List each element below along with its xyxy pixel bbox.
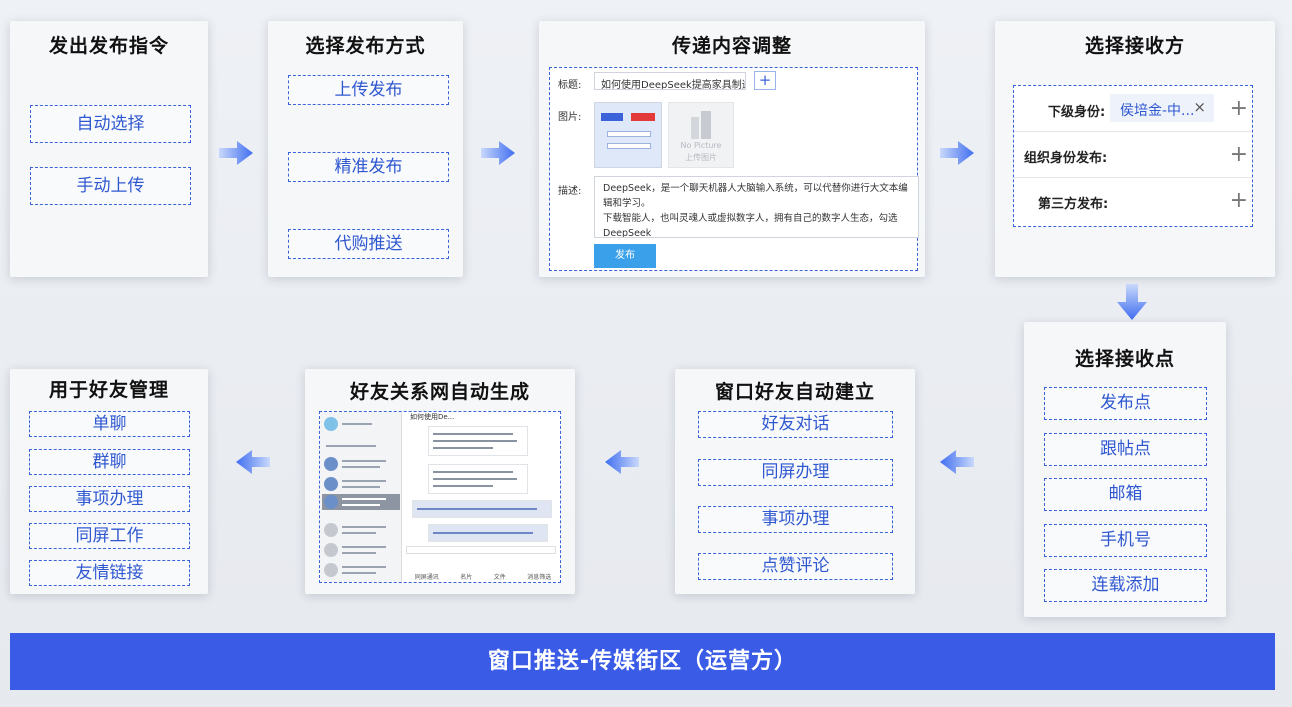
toolbar-item[interactable]: 文件 [494,572,506,582]
option-friend-chat[interactable]: 好友对话 [698,411,893,438]
card-title: 好友关系网自动生成 [349,381,530,403]
close-icon[interactable]: × [1193,98,1206,116]
chat-input[interactable] [406,546,556,554]
publish-form: 标题: 如何使用DeepSeek提高家具制造 + 图片: No Picture … [549,67,919,271]
chat-header: 如何使用De... [410,413,455,421]
desc-line: 下载智能人，也叫灵魂人或虚拟数字人，拥有自己的数字人生态，勾选 [603,213,898,224]
card-window-friend: 窗口好友自动建立 好友对话 同屏办理 事项办理 点赞评论 [675,369,915,594]
list-item[interactable] [322,562,400,578]
option-task-handle[interactable]: 事项办理 [698,506,893,533]
upload-image-text: 上传图片 [685,153,717,162]
receiver-form: 下级身份: 侯培金-中... × + 组织身份发布: + 第三方发布: + [1013,85,1253,227]
list-item[interactable] [322,522,400,538]
option-phone[interactable]: 手机号 [1044,524,1207,557]
desc-line: DeepSeek，是一个聊天机器人大脑输入系统，可以代替你进行大文本编 [603,183,908,194]
list-item[interactable] [322,476,400,492]
card-select-receive-point: 选择接收点 发布点 跟帖点 邮箱 手机号 连载添加 [1024,322,1226,617]
option-friend-link[interactable]: 友情链接 [29,560,190,586]
option-follow-point[interactable]: 跟帖点 [1044,433,1207,466]
list-item[interactable] [322,456,400,472]
card-issue-command: 发出发布指令 自动选择 手动上传 [10,21,208,277]
footer-banner: 窗口推送-传媒街区（运营方） [10,633,1275,690]
receiver-label: 组织身份发布: [1024,151,1108,166]
option-manual-upload[interactable]: 手动上传 [30,167,191,205]
list-item[interactable] [322,494,400,510]
option-group-chat[interactable]: 群聊 [29,449,190,475]
title-input[interactable]: 如何使用DeepSeek提高家具制造 [594,72,746,90]
arrow-left-icon [605,450,639,474]
arrow-down-icon [1117,284,1147,320]
plus-icon[interactable]: + [1230,96,1248,121]
option-serial-add[interactable]: 连载添加 [1044,569,1207,602]
description-textarea[interactable]: DeepSeek，是一个聊天机器人大脑输入系统，可以代替你进行大文本编 辑和学习… [594,176,919,238]
list-item[interactable] [322,438,400,454]
arrow-left-icon [940,450,974,474]
card-title: 窗口好友自动建立 [714,381,875,403]
card-title: 选择接收方 [1084,35,1185,57]
card-title: 选择接收点 [1074,348,1175,370]
card-friend-network: 好友关系网自动生成 如何使用De... 同屏通讯 名片 文件 消息筛选 [305,369,575,594]
desc-label: 描述: [558,186,582,197]
option-task-handle[interactable]: 事项办理 [29,486,190,512]
image-thumbnail[interactable] [594,102,662,168]
toolbar-item[interactable]: 名片 [460,572,472,582]
receiver-label: 下级身份: [1048,105,1106,120]
selected-tag[interactable]: 侯培金-中... × [1110,94,1214,122]
toolbar-item[interactable]: 同屏通讯 [415,572,439,582]
title-label: 标题: [558,80,582,91]
add-button[interactable]: + [754,71,776,90]
upload-image-placeholder[interactable]: No Picture 上传图片 [668,102,734,168]
card-publish-method: 选择发布方式 上传发布 精准发布 代购推送 [268,21,463,277]
receiver-row-org: 组织身份发布: + [1014,132,1252,178]
list-item[interactable] [322,416,400,432]
receiver-row-third-party: 第三方发布: + [1014,178,1252,224]
card-friend-management: 用于好友管理 单聊 群聊 事项办理 同屏工作 友情链接 [10,369,208,594]
image-label: 图片: [558,112,582,123]
chat-toolbar: 同屏通讯 名片 文件 消息筛选 [404,572,560,582]
plus-icon[interactable]: + [1230,188,1248,213]
receiver-label: 第三方发布: [1038,197,1109,212]
card-select-receiver: 选择接收方 下级身份: 侯培金-中... × + 组织身份发布: + 第三方发布… [995,21,1275,277]
option-same-screen-work[interactable]: 同屏工作 [29,523,190,549]
chat-contact-list [320,412,402,582]
card-title: 用于好友管理 [48,379,169,401]
list-item[interactable] [322,542,400,558]
desc-line: 辑和学习。 [603,198,651,209]
chat-preview: 如何使用De... 同屏通讯 名片 文件 消息筛选 [319,411,561,583]
chat-message [428,464,528,494]
option-proxy-push[interactable]: 代购推送 [288,229,449,259]
building-icon [691,111,711,139]
chat-message [412,500,552,518]
tag-label: 侯培金-中... [1120,103,1195,119]
arrow-right-icon [481,141,515,165]
option-upload-publish[interactable]: 上传发布 [288,75,449,105]
option-precise-publish[interactable]: 精准发布 [288,152,449,182]
chat-message [428,426,528,456]
option-like-comment[interactable]: 点赞评论 [698,553,893,580]
option-auto-select[interactable]: 自动选择 [30,105,191,143]
receiver-row-subordinate: 下级身份: 侯培金-中... × + [1014,86,1252,132]
option-email[interactable]: 邮箱 [1044,478,1207,511]
arrow-left-icon [236,450,270,474]
no-picture-text: No Picture [680,141,722,150]
card-title: 发出发布指令 [48,35,169,57]
chat-message [428,524,548,542]
option-publish-point[interactable]: 发布点 [1044,387,1207,420]
card-title: 选择发布方式 [305,35,426,57]
card-title: 传递内容调整 [671,35,792,57]
card-content-adjust: 传递内容调整 标题: 如何使用DeepSeek提高家具制造 + 图片: No P… [539,21,925,277]
publish-button[interactable]: 发布 [594,244,656,268]
option-same-screen[interactable]: 同屏办理 [698,459,893,486]
toolbar-item[interactable]: 消息筛选 [527,572,551,582]
desc-line: DeepSeek [603,228,652,238]
arrow-right-icon [219,141,253,165]
option-single-chat[interactable]: 单聊 [29,411,190,437]
arrow-right-icon [940,141,974,165]
plus-icon[interactable]: + [1230,142,1248,167]
